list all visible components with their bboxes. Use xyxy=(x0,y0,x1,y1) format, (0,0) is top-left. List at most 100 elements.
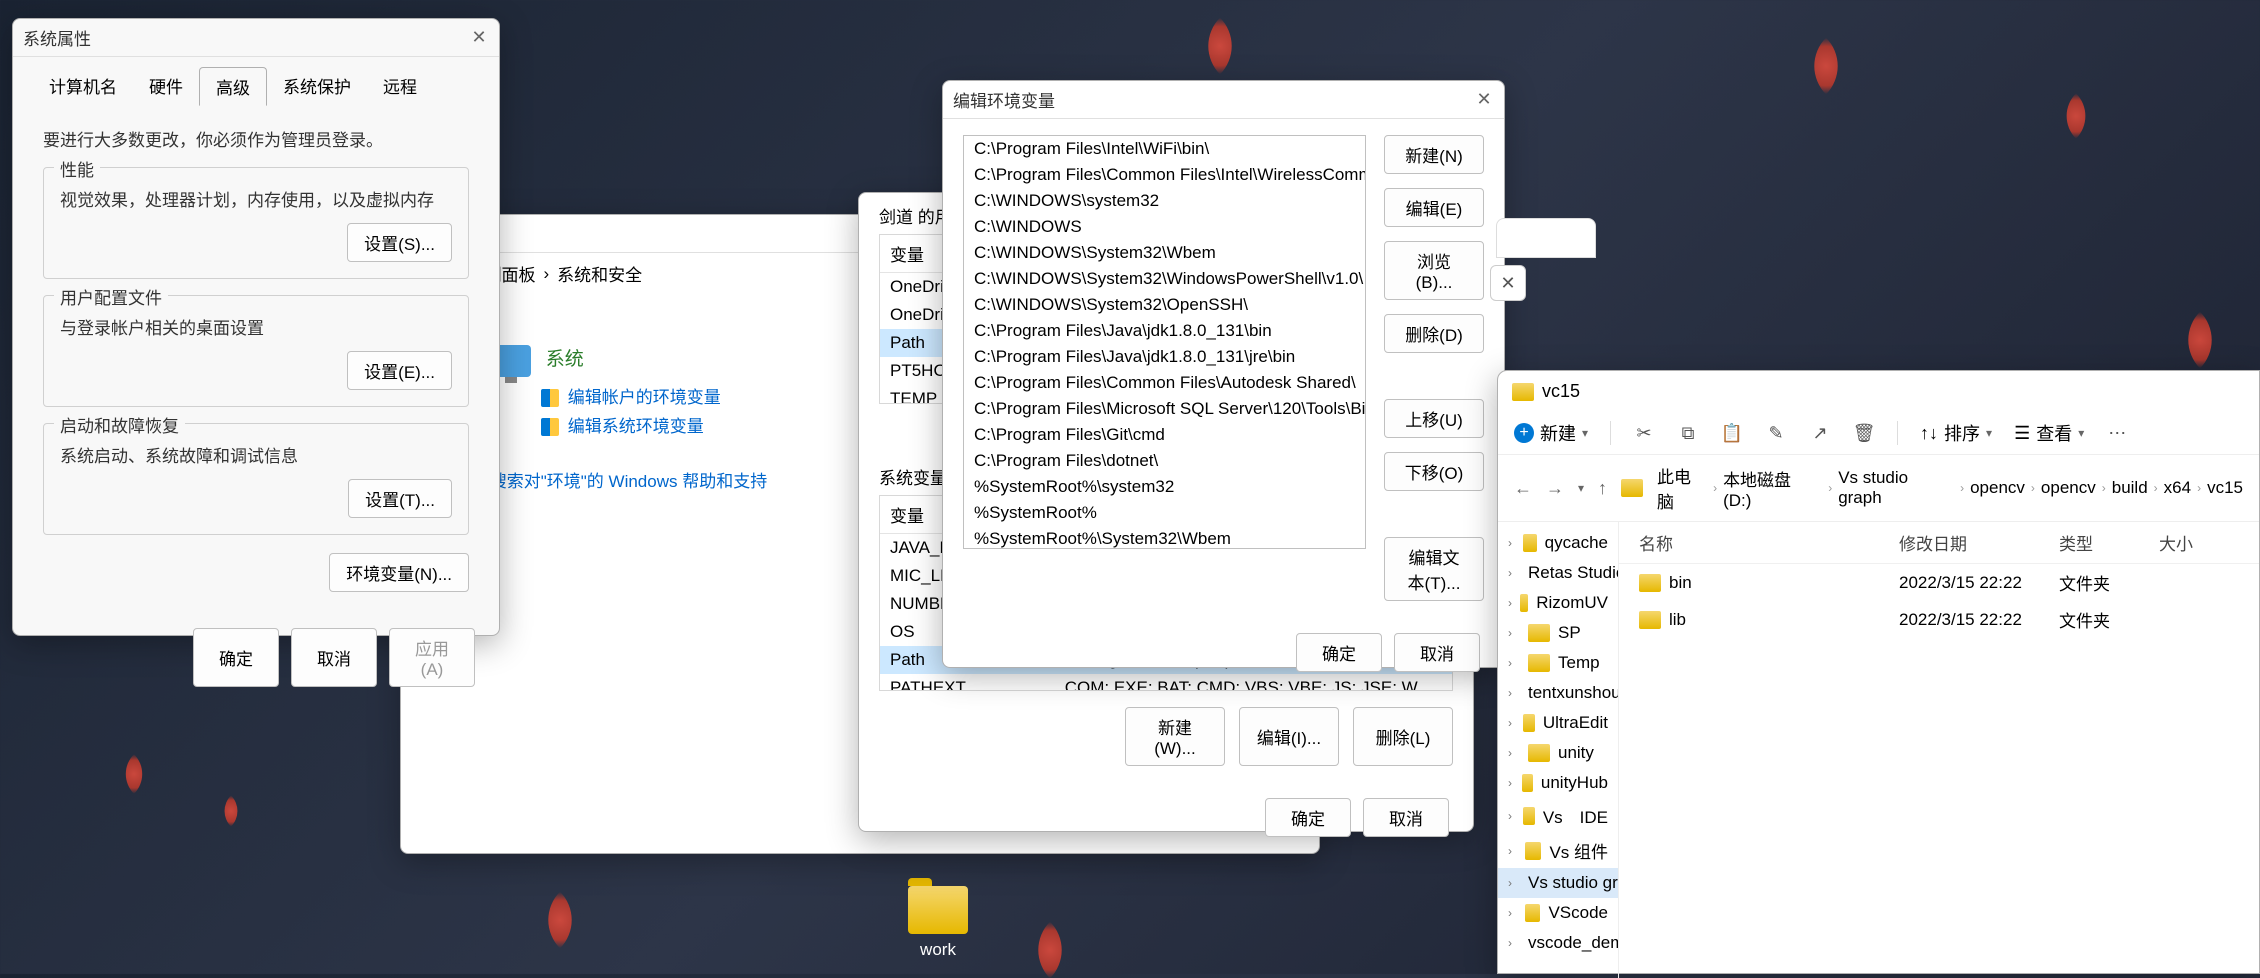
col-date[interactable]: 修改日期 xyxy=(1899,530,2059,555)
titlebar[interactable]: vc15 xyxy=(1498,371,2259,412)
edit-button[interactable]: 编辑(I)... xyxy=(1239,707,1339,766)
edit-button[interactable]: 编辑(E) xyxy=(1384,188,1484,227)
crumb[interactable]: opencv xyxy=(2041,478,2096,498)
crumb[interactable]: 本地磁盘 (D:) xyxy=(1723,466,1822,511)
tree-item[interactable]: ›Temp xyxy=(1498,648,1618,678)
chevron-down-icon[interactable]: ▾ xyxy=(1578,481,1584,495)
more-icon[interactable]: ⋯ xyxy=(2106,422,2128,444)
sort-button[interactable]: ↑↓ 排序 ▾ xyxy=(1920,420,1992,446)
move-down-button[interactable]: 下移(O) xyxy=(1384,452,1484,491)
tree-item[interactable]: ›Vs IDE xyxy=(1498,798,1618,833)
rename-icon[interactable]: ✎ xyxy=(1765,422,1787,444)
path-item[interactable]: C:\WINDOWS\System32\OpenSSH\ xyxy=(964,292,1365,318)
path-item[interactable]: C:\WINDOWS\System32\WindowsPowerShell\v1… xyxy=(964,266,1365,292)
tree-item[interactable]: ›unity xyxy=(1498,738,1618,768)
forward-icon[interactable]: → xyxy=(1546,478,1564,499)
desktop-folder-work[interactable]: work xyxy=(908,886,968,960)
new-button[interactable]: 新建(W)... xyxy=(1125,707,1225,766)
path-item[interactable]: C:\Program Files\Common Files\Autodesk S… xyxy=(964,370,1365,396)
crumb[interactable]: build xyxy=(2112,478,2148,498)
path-item[interactable]: C:\Program Files\dotnet\ xyxy=(964,448,1365,474)
view-button[interactable]: ☰ 查看 ▾ xyxy=(2014,420,2084,446)
crumb[interactable]: x64 xyxy=(2164,478,2191,498)
tab-remote[interactable]: 远程 xyxy=(367,67,433,106)
tree-item[interactable]: ›Vs studio gr xyxy=(1498,868,1618,898)
edit-text-button[interactable]: 编辑文本(T)... xyxy=(1384,537,1484,601)
col-type[interactable]: 类型 xyxy=(2059,530,2159,555)
new-button[interactable]: + 新建 ▾ xyxy=(1514,420,1588,446)
tree-item[interactable]: ›Retas Studio xyxy=(1498,558,1618,588)
titlebar[interactable]: 系统属性 ✕ xyxy=(13,19,499,57)
folder-tree[interactable]: ›qycache›Retas Studio›RizomUV›SP›Temp›te… xyxy=(1498,522,1619,978)
cut-icon[interactable]: ✂ xyxy=(1633,422,1655,444)
crumb[interactable]: opencv xyxy=(1970,478,2025,498)
up-icon[interactable]: ↑ xyxy=(1598,478,1607,499)
path-item[interactable]: %SystemRoot%\System32\Wbem xyxy=(964,526,1365,549)
system-heading[interactable]: 系统 xyxy=(546,349,584,370)
path-item[interactable]: %SystemRoot%\system32 xyxy=(964,474,1365,500)
group-title: 启动和故障恢复 xyxy=(54,412,185,437)
tree-item[interactable]: ›tentxunshouy xyxy=(1498,678,1618,708)
path-item[interactable]: C:\Program Files\Java\jdk1.8.0_131\jre\b… xyxy=(964,344,1365,370)
titlebar[interactable]: 编辑环境变量 ✕ xyxy=(943,81,1504,119)
file-row[interactable]: lib2022/3/15 22:22文件夹 xyxy=(1619,601,2259,638)
tree-item[interactable]: ›Vs 组件 xyxy=(1498,833,1618,868)
path-item[interactable]: C:\Program Files\Intel\WiFi\bin\ xyxy=(964,136,1365,162)
delete-icon[interactable]: 🗑 xyxy=(1853,422,1875,444)
path-item[interactable]: C:\Program Files\Java\jdk1.8.0_131\bin xyxy=(964,318,1365,344)
crumb[interactable]: Vs studio graph xyxy=(1838,468,1954,508)
tree-item[interactable]: ›unityHub xyxy=(1498,768,1618,798)
col-size[interactable]: 大小 xyxy=(2159,530,2239,555)
share-icon[interactable]: ↗ xyxy=(1809,422,1831,444)
close-icon[interactable]: ✕ xyxy=(1474,90,1494,110)
paste-icon[interactable]: 📋 xyxy=(1721,422,1743,444)
tree-item[interactable]: ›vscode_dem xyxy=(1498,928,1618,958)
sort-icon: ↑↓ xyxy=(1920,423,1938,444)
file-row[interactable]: bin2022/3/15 22:22文件夹 xyxy=(1619,564,2259,601)
tree-item[interactable]: ›VScode xyxy=(1498,898,1618,928)
path-item[interactable]: C:\WINDOWS xyxy=(964,214,1365,240)
new-button[interactable]: 新建(N) xyxy=(1384,135,1484,174)
help-link[interactable]: 搜索对"环境"的 Windows 帮助和支持 xyxy=(490,472,767,491)
ok-button[interactable]: 确定 xyxy=(193,628,279,687)
col-name[interactable]: 名称 xyxy=(1639,530,1899,555)
crumb[interactable]: 系统和安全 xyxy=(557,261,642,286)
tab-system-protection[interactable]: 系统保护 xyxy=(267,67,367,106)
delete-button[interactable]: 删除(L) xyxy=(1353,707,1453,766)
edit-user-env-link[interactable]: 编辑帐户的环境变量 xyxy=(568,388,721,407)
path-item[interactable]: C:\Program Files\Git\cmd xyxy=(964,422,1365,448)
crumb[interactable]: vc15 xyxy=(2207,478,2243,498)
close-icon[interactable]: ✕ xyxy=(1490,265,1526,301)
back-icon[interactable]: ← xyxy=(1514,478,1532,499)
path-item[interactable]: C:\WINDOWS\system32 xyxy=(964,188,1365,214)
cancel-button[interactable]: 取消 xyxy=(291,628,377,687)
tree-item[interactable]: ›SP xyxy=(1498,618,1618,648)
cancel-button[interactable]: 取消 xyxy=(1363,798,1449,837)
profile-settings-button[interactable]: 设置(E)... xyxy=(347,351,452,390)
copy-icon[interactable]: ⧉ xyxy=(1677,422,1699,444)
env-vars-button[interactable]: 环境变量(N)... xyxy=(329,553,469,592)
ok-button[interactable]: 确定 xyxy=(1296,633,1382,672)
tab-advanced[interactable]: 高级 xyxy=(199,67,267,106)
tab-hardware[interactable]: 硬件 xyxy=(133,67,199,106)
cancel-button[interactable]: 取消 xyxy=(1394,633,1480,672)
tree-item[interactable]: ›RizomUV xyxy=(1498,588,1618,618)
path-item[interactable]: C:\Program Files\Microsoft SQL Server\12… xyxy=(964,396,1365,422)
startup-settings-button[interactable]: 设置(T)... xyxy=(348,479,452,518)
move-up-button[interactable]: 上移(U) xyxy=(1384,399,1484,438)
browse-button[interactable]: 浏览(B)... xyxy=(1384,241,1484,300)
crumb[interactable]: 此电脑 xyxy=(1657,463,1707,513)
path-list[interactable]: C:\Program Files\Intel\WiFi\bin\C:\Progr… xyxy=(963,135,1366,549)
edit-sys-env-link[interactable]: 编辑系统环境变量 xyxy=(568,417,704,436)
delete-button[interactable]: 删除(D) xyxy=(1384,314,1484,353)
ok-button[interactable]: 确定 xyxy=(1265,798,1351,837)
path-item[interactable]: %SystemRoot% xyxy=(964,500,1365,526)
tree-item[interactable]: ›qycache xyxy=(1498,528,1618,558)
close-icon[interactable]: ✕ xyxy=(469,28,489,48)
apply-button[interactable]: 应用(A) xyxy=(389,628,475,687)
path-item[interactable]: C:\WINDOWS\System32\Wbem xyxy=(964,240,1365,266)
path-item[interactable]: C:\Program Files\Common Files\Intel\Wire… xyxy=(964,162,1365,188)
tree-item[interactable]: ›UltraEdit xyxy=(1498,708,1618,738)
perf-settings-button[interactable]: 设置(S)... xyxy=(347,223,452,262)
tab-computer-name[interactable]: 计算机名 xyxy=(33,67,133,106)
